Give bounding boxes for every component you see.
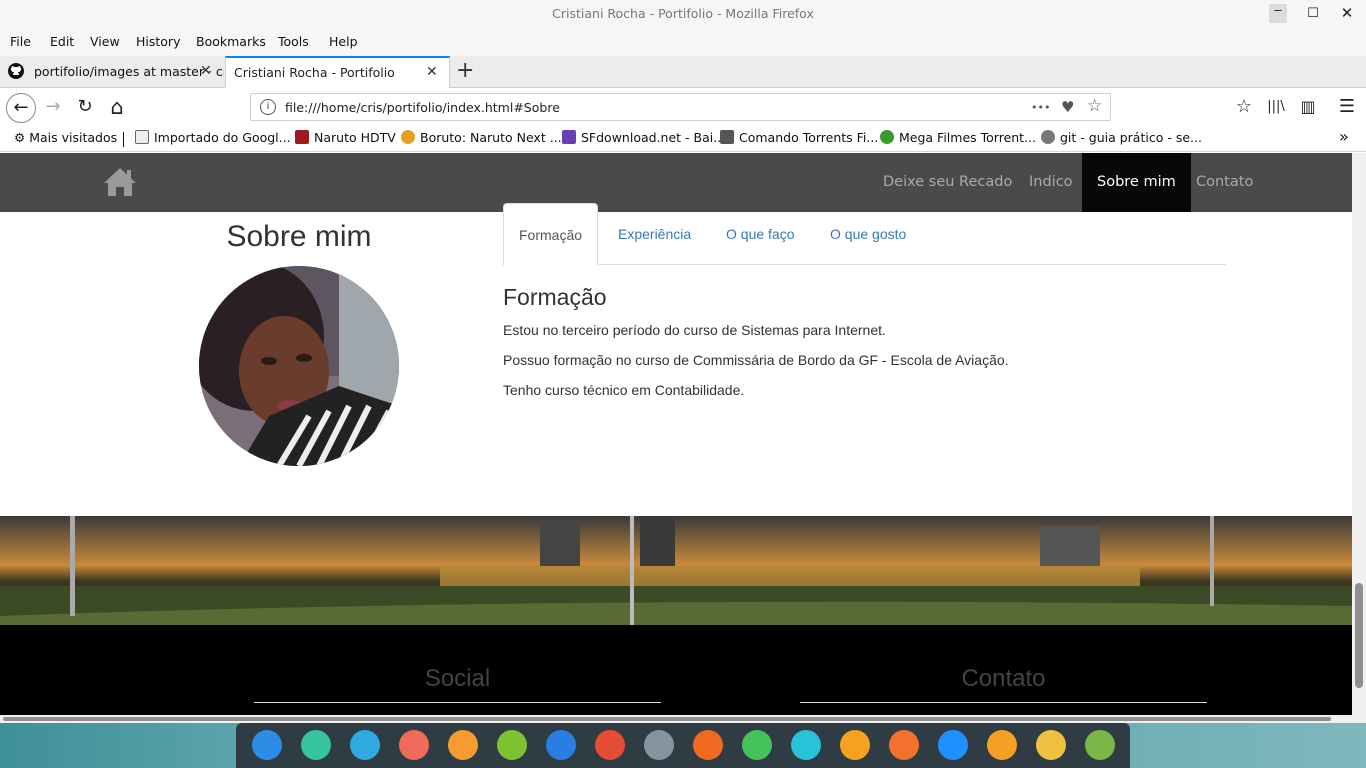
window-titlebar: Cristiani Rocha - Portifolio - Mozilla F…	[0, 0, 1366, 28]
horizontal-scrollbar[interactable]	[0, 715, 1366, 723]
bookmark-mega-filmes[interactable]: Mega Filmes Torrent...	[880, 130, 1036, 145]
section-title: Formação	[503, 284, 607, 310]
site-footer: Social Contato	[0, 625, 1352, 715]
scrollbar-thumb[interactable]	[1355, 583, 1363, 688]
menu-view[interactable]: View	[90, 34, 120, 49]
screen-recorder-icon[interactable]	[399, 730, 429, 760]
video-icon[interactable]	[546, 730, 576, 760]
web-page: Deixe seu Recado Indico Sobre mim Contat…	[0, 153, 1352, 715]
music-icon[interactable]	[497, 730, 527, 760]
site-info-icon[interactable]: i	[260, 99, 276, 115]
tab-github[interactable]: portifolio/images at master · cr ✕	[0, 56, 224, 88]
chrome-icon[interactable]	[595, 730, 625, 760]
tab-portfolio[interactable]: Cristiani Rocha - Portifolio ✕	[225, 56, 450, 89]
install-icon[interactable]	[889, 730, 919, 760]
bookmarks-toolbar: ⚙ Mais visitados Importado do Googl... Na…	[0, 127, 1366, 152]
tab-title: portifolio/images at master · cr	[33, 64, 224, 79]
maximize-button[interactable]: ☐	[1304, 4, 1322, 23]
close-window-button[interactable]: ✕	[1338, 4, 1356, 23]
library-icon[interactable]: |||\	[1264, 96, 1288, 120]
scrollbar-thumb[interactable]	[3, 717, 1331, 721]
paragraph: Possuo formação no curso de Commissária …	[503, 352, 1009, 368]
menu-history[interactable]: History	[136, 34, 180, 49]
paragraph: Estou no terceiro período do curso de Si…	[503, 322, 886, 338]
footer-divider	[800, 702, 1207, 703]
app-store-icon[interactable]	[448, 730, 478, 760]
menu-edit[interactable]: Edit	[50, 34, 74, 49]
phone-icon[interactable]	[742, 730, 772, 760]
tab-close-button[interactable]: ✕	[200, 56, 212, 87]
park-banner-image	[0, 516, 1352, 625]
tab-formacao[interactable]: Formação	[503, 203, 599, 266]
comando-favicon-icon	[720, 130, 734, 144]
menu-bar: File Edit View History Bookmarks Tools H…	[0, 28, 1366, 56]
navigation-toolbar: ← → ↻ ⌂ i file:///home/cris/portifolio/i…	[0, 88, 1366, 127]
url-text[interactable]: file:///home/cris/portifolio/index.html#…	[285, 100, 560, 115]
bookmark-naruto[interactable]: Naruto HDTV	[295, 130, 396, 145]
file-manager-icon[interactable]	[350, 730, 380, 760]
tab-o-que-gosto[interactable]: O que gosto	[815, 203, 921, 265]
bookmark-folder-imported[interactable]: Importado do Googl...	[135, 130, 291, 145]
bookmark-most-visited[interactable]: ⚙ Mais visitados	[14, 130, 117, 145]
naruto-favicon-icon	[295, 130, 309, 144]
window-title: Cristiani Rocha - Portifolio - Mozilla F…	[552, 6, 814, 21]
url-bar[interactable]: i file:///home/cris/portifolio/index.htm…	[250, 93, 1111, 121]
trash-icon[interactable]	[1085, 730, 1115, 760]
menu-bookmarks[interactable]: Bookmarks	[196, 34, 266, 49]
clock-icon[interactable]	[1036, 730, 1066, 760]
tab-title: Cristiani Rocha - Portifolio	[234, 65, 395, 80]
home-button[interactable]: ⌂	[105, 96, 129, 120]
bookmark-boruto[interactable]: Boruto: Naruto Next ...	[401, 130, 562, 145]
menu-tools[interactable]: Tools	[278, 34, 309, 49]
new-tab-button[interactable]: +	[456, 57, 474, 85]
forward-button[interactable]: →	[41, 96, 65, 120]
bookmark-separator	[123, 132, 124, 147]
launcher-icon[interactable]	[252, 730, 282, 760]
bookmark-git-guide[interactable]: git - guia prático - se...	[1041, 130, 1202, 145]
power-icon[interactable]	[987, 730, 1017, 760]
profile-tabs: Formação Experiência O que faço O que go…	[503, 203, 1226, 266]
footer-contact-title: Contato	[961, 665, 1046, 692]
tab-o-que-faco[interactable]: O que faço	[711, 203, 810, 265]
bookmark-star-icon[interactable]: ☆	[1087, 96, 1102, 116]
tab-bar: portifolio/images at master · cr ✕ Crist…	[0, 56, 1366, 89]
tab-experiencia[interactable]: Experiência	[603, 203, 706, 265]
tab-close-button[interactable]: ✕	[426, 58, 438, 87]
back-button[interactable]: ←	[6, 93, 36, 123]
pocket-icon[interactable]: ♥	[1061, 98, 1074, 116]
mega-filmes-favicon-icon	[880, 130, 894, 144]
footer-social-title: Social	[424, 665, 491, 692]
menu-help[interactable]: Help	[329, 34, 358, 49]
menu-file[interactable]: File	[10, 34, 31, 49]
github-icon	[8, 63, 24, 79]
about-title: Sobre mim	[226, 220, 372, 253]
chat-icon[interactable]	[840, 730, 870, 760]
git-favicon-icon	[1041, 130, 1055, 144]
bookmark-sfdownload[interactable]: SFdownload.net - Bai...	[562, 130, 725, 145]
minimize-button[interactable]: ‒	[1269, 4, 1287, 23]
page-actions-icon[interactable]: •••	[1031, 101, 1050, 114]
whatsapp-icon[interactable]	[791, 730, 821, 760]
home-icon[interactable]	[102, 166, 138, 198]
reload-button[interactable]: ↻	[73, 96, 97, 120]
bookmarks-menu-icon[interactable]: ☆	[1232, 96, 1256, 120]
vertical-scrollbar[interactable]	[1352, 153, 1366, 715]
sidebar-icon[interactable]: ▥	[1296, 96, 1320, 120]
wifi-icon[interactable]	[938, 730, 968, 760]
folder-icon	[135, 130, 149, 144]
firefox-icon[interactable]	[693, 730, 723, 760]
boruto-favicon-icon	[401, 130, 415, 144]
sfdownload-favicon-icon	[562, 130, 576, 144]
bookmarks-overflow-chevron-icon[interactable]: »	[1339, 127, 1349, 146]
paragraph: Tenho curso técnico em Contabilidade.	[503, 382, 745, 398]
desktop-background	[0, 723, 1366, 768]
terminal-icon[interactable]	[301, 730, 331, 760]
settings-icon[interactable]	[644, 730, 674, 760]
profile-photo	[199, 266, 399, 466]
footer-divider	[254, 702, 661, 703]
dock	[236, 723, 1130, 768]
gear-icon: ⚙	[14, 130, 26, 145]
hamburger-menu-icon[interactable]: ☰	[1335, 96, 1359, 120]
bookmark-comando-torrents[interactable]: Comando Torrents Fi...	[720, 130, 878, 145]
